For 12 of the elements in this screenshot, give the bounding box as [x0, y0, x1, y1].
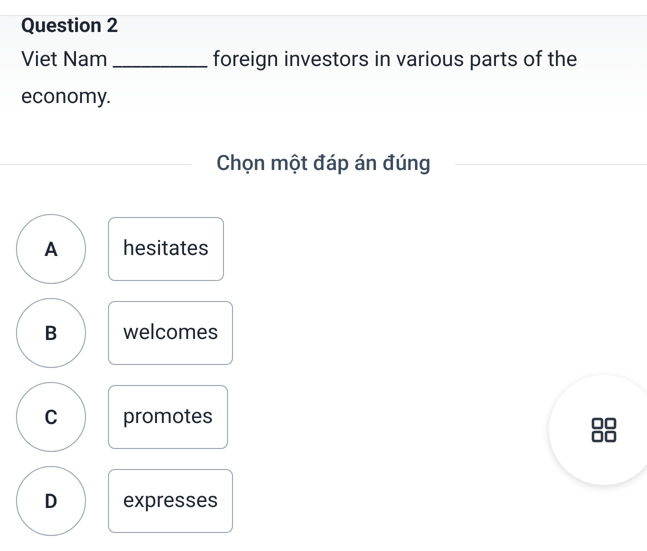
option-letter-button[interactable]: D: [16, 466, 86, 536]
answer-option[interactable]: welcomes: [108, 301, 234, 365]
grid-icon: [591, 417, 617, 443]
answer-option[interactable]: hesitates: [108, 217, 224, 281]
option-letter-button[interactable]: B: [16, 298, 86, 368]
question-title: Question 2: [21, 16, 120, 34]
instruction-text: Chọn một đáp án đúng: [216, 152, 431, 176]
answer-option[interactable]: promotes: [108, 385, 228, 449]
option-letter-button[interactable]: A: [16, 214, 86, 284]
answer-option[interactable]: expresses: [108, 469, 234, 533]
option-letter-button[interactable]: C: [16, 382, 86, 452]
question-text: Viet Nam __________ foreign investors in various parts of the economy.: [21, 47, 578, 111]
